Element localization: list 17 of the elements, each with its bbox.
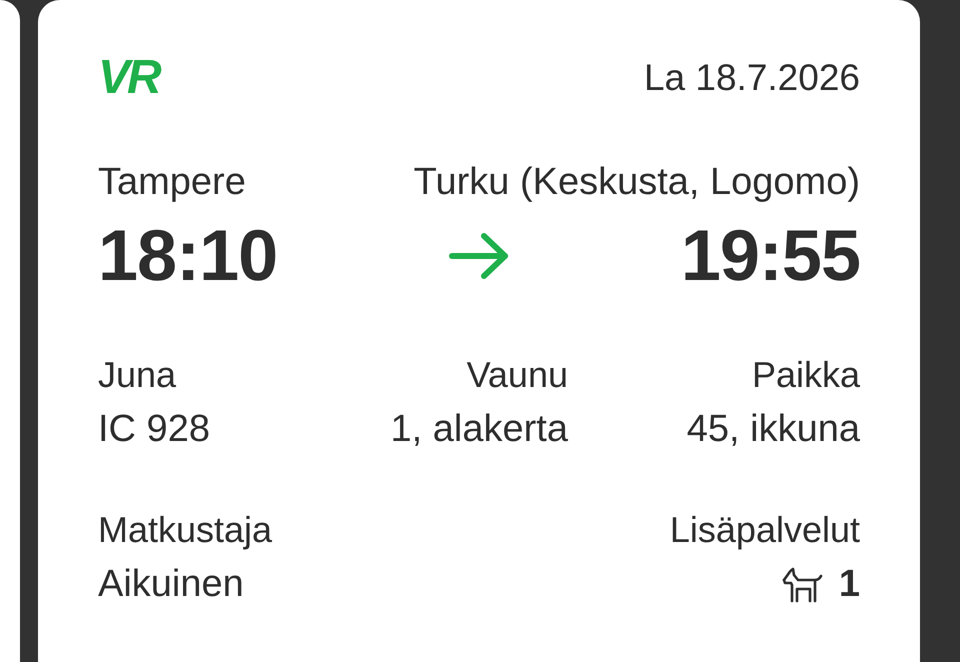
detail-label: Paikka [750, 354, 860, 395]
logo: VR [98, 54, 159, 102]
count-text: 1 [838, 564, 860, 606]
arrival-time: 19:55 [680, 220, 860, 292]
departure-time: 18:10 [98, 220, 278, 292]
detail-label: Juna [98, 354, 178, 395]
detail-value: IC 928 [98, 408, 211, 451]
detail-value: 1, alakerta [390, 408, 568, 451]
detail-label: Vaunu [466, 354, 568, 395]
dog-icon [780, 567, 823, 604]
detail-value: 45, ikkuna [686, 408, 860, 451]
date-text: La 18.7.2026 [644, 56, 860, 100]
extras-label: Lisäpalvelut [670, 508, 860, 550]
passenger-label: Matkustaja [98, 508, 272, 550]
station-name: Tampere [98, 160, 246, 205]
station-name: Turku (Keskusta, Logomo) [414, 160, 860, 205]
passenger-value: Aikuinen [98, 564, 245, 606]
